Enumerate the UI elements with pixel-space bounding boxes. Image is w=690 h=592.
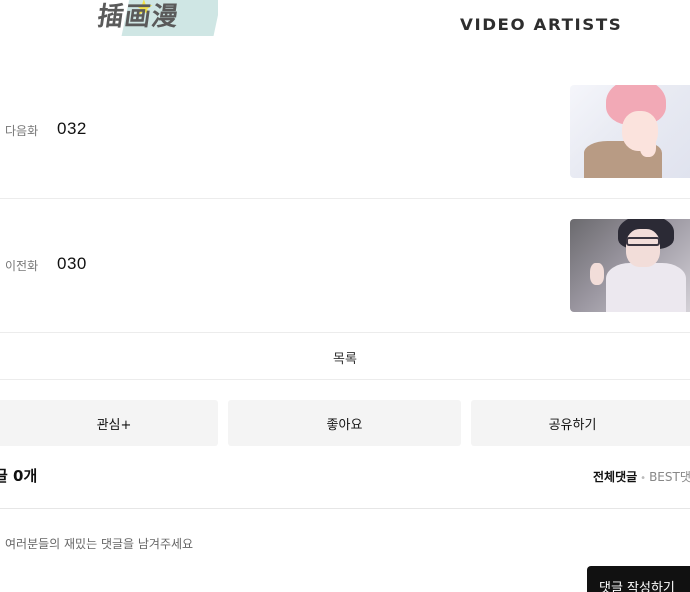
next-episode-label: 다음화 bbox=[5, 124, 39, 138]
comment-count: 글 0개 bbox=[0, 467, 38, 485]
prev-episode-number: 030 bbox=[57, 254, 87, 273]
prev-episode-row[interactable]: 이전화 030 bbox=[0, 198, 690, 332]
tab-separator: • bbox=[640, 473, 647, 484]
episode-list-label: 목록 bbox=[333, 352, 357, 367]
comment-input[interactable]: 여러분들의 재밌는 댓글을 남겨주세요 bbox=[5, 535, 193, 552]
next-episode-thumbnail[interactable] bbox=[570, 85, 690, 178]
write-comment-button[interactable]: 댓글 작성하기 bbox=[587, 566, 690, 592]
next-episode-number: 032 bbox=[57, 119, 87, 138]
episode-list-link[interactable]: 목록 bbox=[0, 332, 690, 380]
logo-text: 插画漫 bbox=[96, 2, 181, 32]
interest-button[interactable]: 관심+ bbox=[0, 400, 218, 446]
like-button[interactable]: 좋아요 bbox=[228, 400, 461, 446]
prev-episode-label: 이전화 bbox=[5, 259, 39, 273]
next-episode-row[interactable]: 다음화 032 bbox=[0, 64, 690, 198]
partner-logo[interactable]: VIDEO ARTISTS bbox=[460, 15, 622, 34]
site-logo[interactable]: ★ 插画漫 bbox=[96, 0, 218, 36]
share-button[interactable]: 공유하기 bbox=[471, 400, 690, 446]
tab-all-comments[interactable]: 전체댓글 bbox=[593, 470, 637, 484]
tab-best-comments[interactable]: BEST댓 bbox=[649, 470, 690, 484]
divider bbox=[0, 508, 690, 509]
prev-episode-thumbnail[interactable] bbox=[570, 219, 690, 312]
comment-tabs: 전체댓글 • BEST댓 bbox=[593, 468, 690, 485]
